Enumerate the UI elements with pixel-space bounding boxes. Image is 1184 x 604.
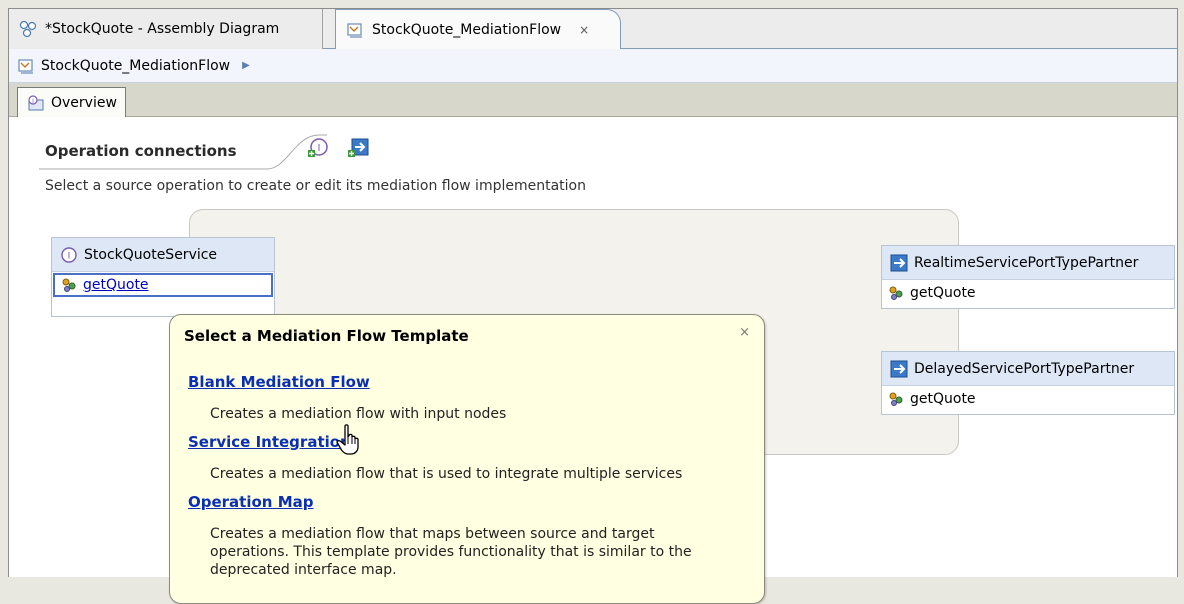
close-tab-button[interactable]: × bbox=[579, 23, 589, 37]
description-line: Creates a mediation flow that maps betwe… bbox=[210, 526, 655, 542]
editor-tab-bar: *StockQuote - Assembly Diagram StockQuot… bbox=[9, 9, 1177, 50]
breadcrumb-arrow-icon[interactable]: ▶ bbox=[242, 60, 250, 71]
mediation-flow-icon bbox=[17, 57, 35, 75]
svg-text:I: I bbox=[68, 251, 71, 261]
target-reference-delayed: DelayedServicePortTypePartner getQuote bbox=[881, 351, 1175, 415]
source-interface-name: StockQuoteService bbox=[84, 246, 218, 263]
operation-label: getQuote bbox=[910, 285, 976, 301]
tab-assembly-diagram[interactable]: *StockQuote - Assembly Diagram bbox=[9, 9, 323, 49]
mediation-template-popup: Select a Mediation Flow Template × Blank… bbox=[169, 314, 765, 604]
tab-label: StockQuote_MediationFlow bbox=[372, 22, 562, 38]
target-reference-header[interactable]: DelayedServicePortTypePartner bbox=[882, 352, 1174, 386]
assembly-diagram-icon bbox=[19, 20, 37, 38]
tab-label: *StockQuote - Assembly Diagram bbox=[45, 21, 280, 37]
service-integration-link[interactable]: Service Integration bbox=[188, 433, 351, 451]
add-target-reference-icon[interactable] bbox=[347, 137, 369, 159]
target-reference-header[interactable]: RealtimeServicePortTypePartner bbox=[882, 246, 1174, 280]
section-toolbar: I bbox=[307, 137, 369, 159]
section-description: Select a source operation to create or e… bbox=[45, 178, 586, 194]
operation-icon bbox=[61, 277, 77, 293]
template-description: Creates a mediation flow that is used to… bbox=[210, 466, 683, 482]
target-operation-getquote[interactable]: getQuote bbox=[882, 280, 1174, 306]
target-reference-name: RealtimeServicePortTypePartner bbox=[914, 254, 1139, 271]
target-operation-getquote[interactable]: getQuote bbox=[882, 386, 1174, 412]
operation-icon bbox=[888, 391, 904, 407]
operation-label: getQuote bbox=[910, 391, 976, 407]
template-description: Creates a mediation flow with input node… bbox=[210, 406, 507, 422]
operation-link[interactable]: getQuote bbox=[83, 277, 149, 293]
overview-icon: I bbox=[26, 94, 46, 111]
tab-overview[interactable]: I Overview bbox=[17, 87, 126, 117]
page-tab-strip: I Overview bbox=[9, 83, 1177, 117]
popup-title: Select a Mediation Flow Template bbox=[184, 327, 469, 345]
svg-text:I: I bbox=[32, 98, 34, 105]
interface-icon: I bbox=[60, 246, 78, 264]
source-interface: I StockQuoteService getQuote bbox=[51, 237, 275, 317]
reference-arrow-icon bbox=[890, 254, 908, 272]
section-title: Operation connections bbox=[45, 142, 237, 160]
add-source-interface-icon[interactable]: I bbox=[307, 137, 329, 159]
close-popup-button[interactable]: × bbox=[739, 325, 750, 340]
svg-text:I: I bbox=[318, 143, 321, 154]
reference-arrow-icon bbox=[890, 360, 908, 378]
mediation-flow-icon bbox=[346, 21, 364, 39]
operation-icon bbox=[888, 285, 904, 301]
target-reference-name: DelayedServicePortTypePartner bbox=[914, 360, 1135, 377]
description-line: operations. This template provides funct… bbox=[210, 544, 692, 560]
breadcrumb: StockQuote_MediationFlow ▶ bbox=[9, 49, 1177, 83]
operation-map-link[interactable]: Operation Map bbox=[188, 493, 314, 511]
source-operation-getquote[interactable]: getQuote bbox=[53, 273, 273, 297]
breadcrumb-item[interactable]: StockQuote_MediationFlow bbox=[41, 58, 230, 74]
template-description: Creates a mediation flow that maps betwe… bbox=[210, 525, 692, 579]
tab-label: Overview bbox=[51, 94, 117, 111]
source-interface-header[interactable]: I StockQuoteService bbox=[52, 238, 274, 272]
blank-mediation-flow-link[interactable]: Blank Mediation Flow bbox=[188, 373, 370, 391]
hand-pointer-cursor-icon bbox=[336, 424, 362, 456]
tab-mediation-flow[interactable]: StockQuote_MediationFlow × bbox=[335, 9, 621, 50]
target-reference-realtime: RealtimeServicePortTypePartner getQuote bbox=[881, 245, 1175, 309]
editor-window: *StockQuote - Assembly Diagram StockQuot… bbox=[8, 8, 1178, 604]
description-line: deprecated interface map. bbox=[210, 562, 397, 578]
